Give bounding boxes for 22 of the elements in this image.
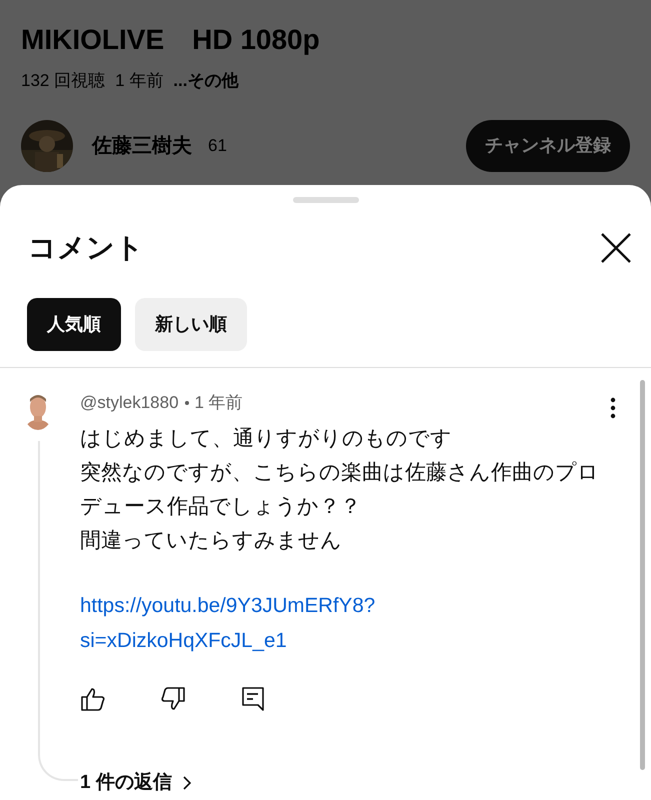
dislike-button[interactable] [160,686,186,712]
view-count: 132 回視聴 [21,70,106,92]
reply-button[interactable] [240,686,266,712]
replies-link[interactable]: 1 件の返信 [80,768,192,797]
upload-age: 1 年前 [115,70,164,92]
comment-link[interactable]: https://youtu.be/9Y3JUmERfY8? si=xDizkoHqXFcJL_e1 [80,588,376,658]
close-button[interactable] [599,231,633,265]
comment-text: はじめまして、通りすがりのものです 突然なのですが、こちらの楽曲は佐藤さん作曲のプロデュース作品でしょうか？？ 間違っていたらすみません [80,426,600,554]
subscribe-button[interactable]: チャンネル登録 [466,120,630,172]
comment-age: 1 年前 [194,392,243,414]
separator-dot-icon [184,400,189,405]
more-options-button[interactable] [609,396,617,418]
sheet-title: コメント [28,231,144,265]
drag-handle[interactable] [292,197,358,203]
video-title: MIKIOLIVE HD 1080p [21,23,321,57]
sort-chip[interactable]: 人気順 [27,298,121,351]
scrollbar[interactable] [640,380,645,770]
comment-author[interactable]: @stylek1880 [80,390,179,416]
chevron-icon [182,774,192,791]
like-button[interactable] [80,686,106,712]
subscriber-count: 61 [208,134,227,157]
sort-chip[interactable]: 新しい順 [135,298,247,351]
